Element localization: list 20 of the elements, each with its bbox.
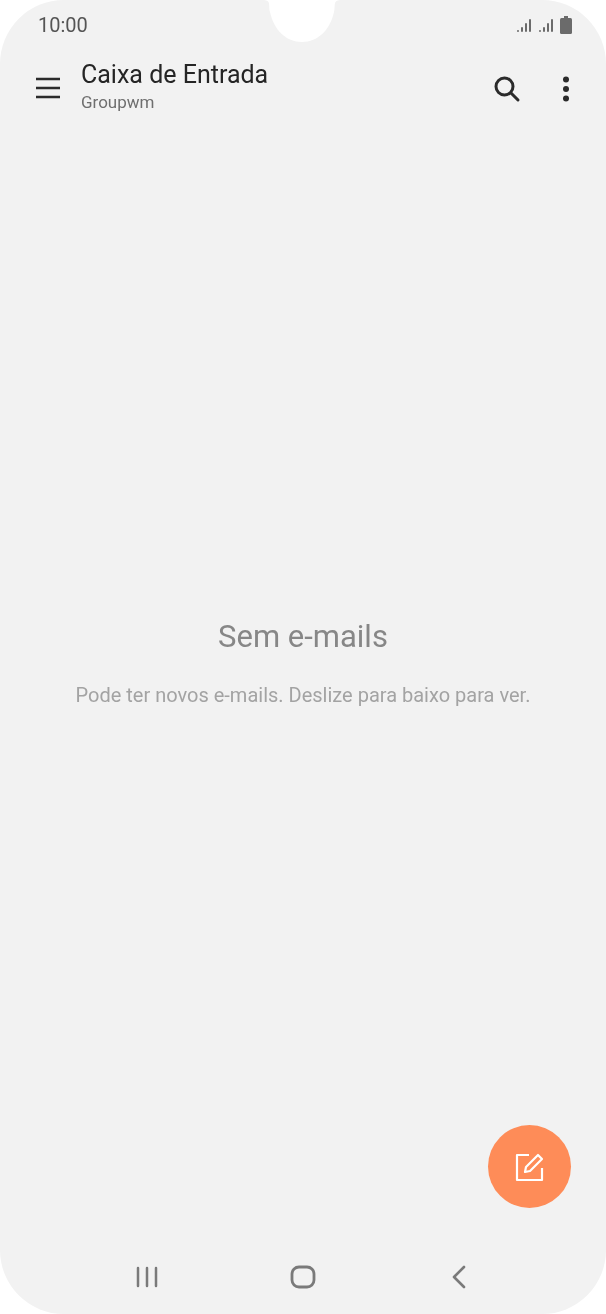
search-button[interactable]	[492, 74, 522, 104]
more-icon	[562, 76, 570, 102]
battery-icon	[560, 15, 572, 34]
empty-title: Sem e-mails	[218, 617, 388, 657]
home-button[interactable]	[290, 1264, 316, 1290]
inbox-title: Caixa de Entrada	[81, 60, 270, 90]
search-icon	[493, 75, 521, 103]
status-time: 10:00	[38, 11, 88, 39]
recent-apps-button[interactable]	[135, 1265, 160, 1289]
compose-icon	[514, 1151, 545, 1182]
signal-icon	[516, 16, 533, 33]
recent-apps-icon	[136, 1266, 159, 1288]
menu-button[interactable]	[34, 76, 62, 100]
home-icon	[290, 1265, 316, 1289]
signal-icon	[538, 16, 555, 33]
back-icon	[450, 1265, 467, 1289]
account-name: Groupwm	[81, 91, 156, 114]
more-options-button[interactable]	[560, 75, 572, 103]
menu-icon	[35, 77, 61, 99]
empty-message: Pode ter novos e-mails. Deslize para baixo para ver.	[74, 682, 532, 709]
